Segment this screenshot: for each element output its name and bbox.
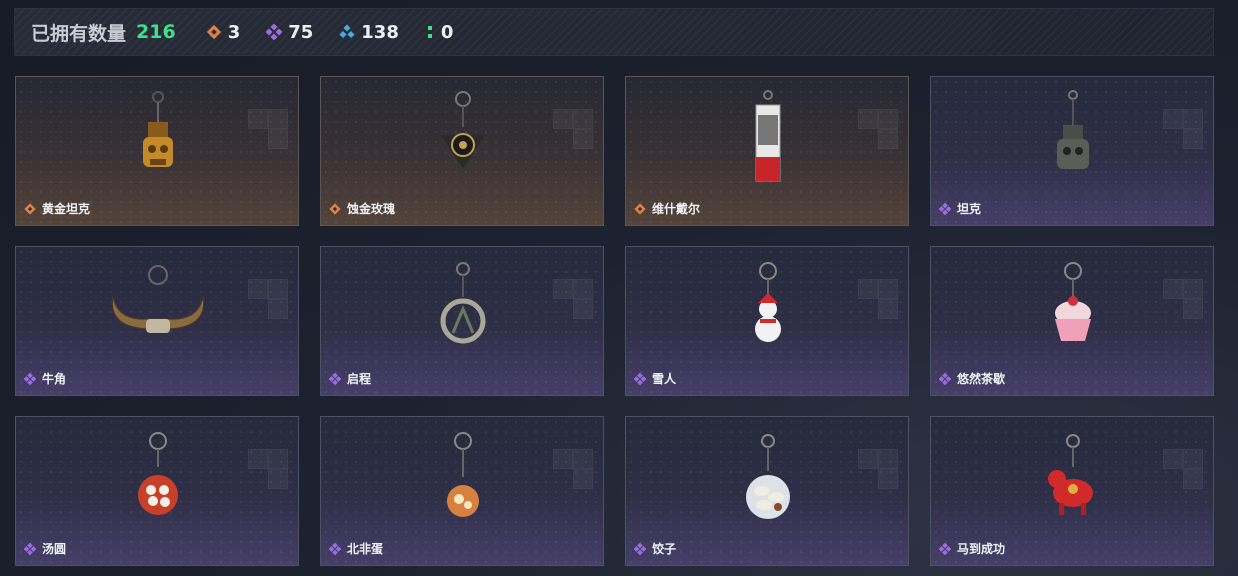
purple-rarity-count: 75 bbox=[266, 22, 313, 43]
purple-rarity-icon bbox=[24, 372, 36, 385]
charm-card[interactable]: 马到成功 bbox=[930, 416, 1214, 566]
charm-card[interactable]: 悠然茶歇 bbox=[930, 246, 1214, 396]
purple-rarity-icon bbox=[939, 372, 951, 385]
charm-card[interactable]: 牛角 bbox=[15, 246, 299, 396]
charm-name: 坦克 bbox=[957, 202, 982, 216]
charm-card[interactable]: 雪人 bbox=[625, 246, 909, 396]
orange-count: 3 bbox=[227, 21, 241, 43]
owned-count-bar: 已拥有数量 216 3 75 138 0 bbox=[14, 8, 1214, 56]
orange-rarity-icon bbox=[329, 202, 341, 215]
charm-name: 北非蛋 bbox=[347, 542, 384, 556]
blue-triad-icon bbox=[339, 24, 355, 39]
tangyuan-charm-icon bbox=[138, 432, 178, 515]
green-count: 0 bbox=[440, 21, 454, 43]
charm-name: 汤圆 bbox=[42, 542, 67, 556]
snowman-charm-icon bbox=[755, 262, 781, 342]
charm-card[interactable]: 蚀金玫瑰 bbox=[320, 76, 604, 226]
ring-medal-charm-icon bbox=[440, 262, 486, 344]
purple-rarity-icon bbox=[329, 372, 341, 385]
orange-rarity-count: 3 bbox=[206, 21, 241, 43]
charm-name: 雪人 bbox=[652, 372, 677, 386]
charm-name: 马到成功 bbox=[957, 542, 1006, 556]
purple-diamond-icon bbox=[266, 24, 283, 40]
purple-count: 75 bbox=[288, 21, 314, 43]
dumpling-charm-icon bbox=[746, 434, 790, 519]
purple-rarity-icon bbox=[634, 372, 646, 385]
horns-charm-icon bbox=[111, 265, 205, 333]
cupcake-charm-icon bbox=[1055, 262, 1091, 341]
charm-name: 悠然茶歇 bbox=[957, 372, 1006, 386]
gold-rose-charm-icon bbox=[441, 91, 485, 169]
horse-charm-icon bbox=[1048, 434, 1093, 515]
purple-rarity-icon bbox=[634, 542, 646, 555]
charm-card[interactable]: 饺子 bbox=[625, 416, 909, 566]
charm-card[interactable]: 汤圆 bbox=[15, 416, 299, 566]
orange-rarity-icon bbox=[24, 202, 36, 215]
charm-name: 蚀金玫瑰 bbox=[347, 202, 396, 216]
owned-count-label: 已拥有数量 bbox=[31, 23, 127, 45]
purple-rarity-icon bbox=[939, 542, 951, 555]
green-dots-icon bbox=[427, 26, 432, 38]
charm-card[interactable]: 坦克 bbox=[930, 76, 1214, 226]
golden-tank-charm-icon bbox=[143, 91, 173, 167]
charm-name: 启程 bbox=[347, 372, 372, 386]
charm-card[interactable]: 黄金坦克 bbox=[15, 76, 299, 226]
purple-rarity-icon bbox=[24, 542, 36, 555]
green-rarity-count: 0 bbox=[425, 21, 454, 43]
blue-count: 138 bbox=[361, 21, 399, 43]
purple-rarity-icon bbox=[329, 542, 341, 555]
purple-rarity-icon bbox=[939, 202, 951, 215]
blue-rarity-count: 138 bbox=[339, 22, 399, 43]
charm-card[interactable]: 维什戴尔 bbox=[625, 76, 909, 226]
charm-name: 黄金坦克 bbox=[42, 202, 91, 216]
orange-diamond-icon bbox=[206, 24, 221, 40]
charm-name: 饺子 bbox=[652, 542, 677, 556]
tank-charm-icon bbox=[1057, 90, 1089, 169]
shakshuka-charm-icon bbox=[447, 432, 479, 517]
owned-count-total: 216 bbox=[136, 21, 176, 43]
charm-name: 维什戴尔 bbox=[652, 202, 701, 216]
charm-name: 牛角 bbox=[42, 372, 67, 386]
orange-rarity-icon bbox=[634, 202, 646, 215]
card-charm-icon bbox=[755, 90, 781, 182]
charm-card[interactable]: 启程 bbox=[320, 246, 604, 396]
charm-card[interactable]: 北非蛋 bbox=[320, 416, 604, 566]
